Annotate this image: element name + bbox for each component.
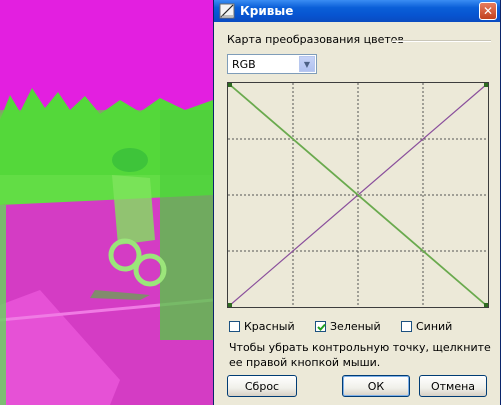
checkbox-blue[interactable]: Синий <box>401 320 452 333</box>
window-title: Кривые <box>240 4 294 18</box>
background-image <box>0 0 213 405</box>
checkbox-green-box[interactable] <box>315 321 326 332</box>
checkbox-red-box[interactable] <box>229 321 240 332</box>
control-point-bottom-left[interactable] <box>228 303 232 307</box>
curves-dialog: Кривые ✕ Карта преобразования цветов RGB… <box>213 0 501 405</box>
group-divider <box>392 40 491 42</box>
ok-button-label: ОК <box>367 379 385 393</box>
check-icon <box>317 323 326 331</box>
hint-text: Чтобы убрать контрольную точку, щелкните… <box>229 341 491 369</box>
checkbox-red-label: Красный <box>244 320 295 333</box>
cancel-button[interactable]: Отмена <box>419 375 487 397</box>
curve-canvas[interactable] <box>228 83 488 307</box>
control-point-top-left[interactable] <box>228 83 232 87</box>
cancel-button-label: Отмена <box>430 379 476 393</box>
channel-select-value: RGB <box>232 57 256 71</box>
curve-graph[interactable] <box>227 82 489 308</box>
reset-button-label: Сброс <box>244 379 280 393</box>
close-icon: ✕ <box>482 4 494 18</box>
control-point-top-right[interactable] <box>484 83 488 87</box>
checkbox-blue-label: Синий <box>416 320 453 333</box>
checkbox-green[interactable]: Зеленый <box>315 320 381 333</box>
checkbox-green-label: Зеленый <box>330 320 381 333</box>
curves-icon <box>219 3 235 19</box>
title-bar[interactable]: Кривые ✕ <box>214 0 500 22</box>
channel-select[interactable]: RGB ▼ <box>227 54 317 74</box>
close-button[interactable]: ✕ <box>479 2 497 20</box>
chevron-down-icon[interactable]: ▼ <box>299 56 315 72</box>
checkbox-red[interactable]: Красный <box>229 320 295 333</box>
checkbox-blue-box[interactable] <box>401 321 412 332</box>
reset-button[interactable]: Сброс <box>227 375 297 397</box>
color-map-label: Карта преобразования цветов <box>227 33 408 46</box>
photo-scene <box>0 0 213 405</box>
ok-button[interactable]: ОК <box>342 375 410 397</box>
control-point-bottom-right[interactable] <box>484 303 488 307</box>
